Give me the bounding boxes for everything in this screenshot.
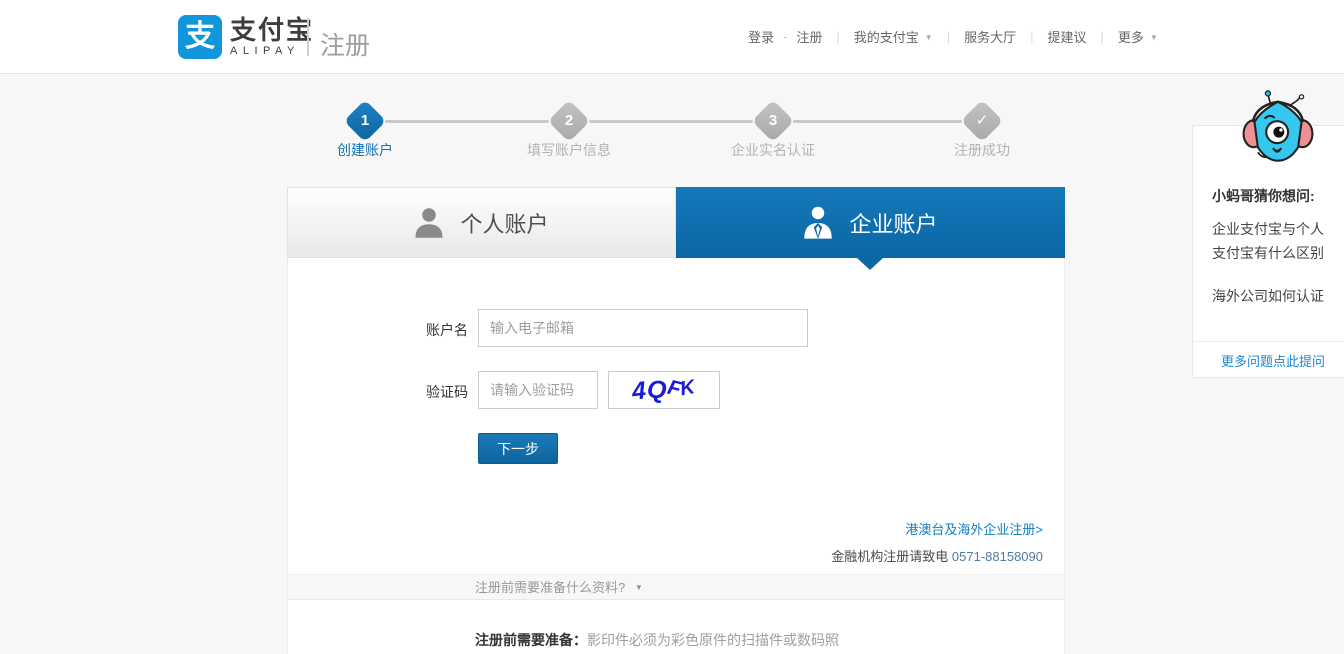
captcha-image-text: 4QFK [630, 374, 698, 406]
nav-service-hall-link[interactable]: 服务大厅 [964, 27, 1016, 46]
step-connector [385, 120, 549, 123]
captcha-image[interactable]: 4QFK [608, 371, 720, 409]
person-icon [415, 207, 444, 238]
nav-more-menu[interactable]: 更多 ▼ [1118, 27, 1158, 46]
step-2-label: 填写账户信息 [527, 142, 611, 158]
help-more-link[interactable]: 更多问题点此提问 [1221, 351, 1325, 370]
help-title: 小蚂哥猜你想问: [1212, 188, 1315, 204]
step-1-number: 1 [360, 112, 370, 129]
finance-phone-number: 0571-88158090 [951, 549, 1043, 564]
step-1-marker: 1 [343, 99, 387, 143]
tab-enterprise-account[interactable]: 企业账户 [676, 187, 1065, 258]
step-connector [793, 120, 962, 123]
step-2-marker: 2 [547, 99, 591, 143]
brand-block: 支付宝 ALIPAY [230, 16, 314, 58]
business-person-icon [804, 206, 833, 239]
account-name-label: 账户名 [426, 322, 468, 338]
logo-divider [307, 18, 309, 56]
nav-separator: | [836, 29, 840, 44]
prepare-note-title: 注册前需要准备： [475, 632, 587, 648]
nav-suggestions-link[interactable]: 提建议 [1048, 27, 1087, 46]
step-connector [589, 120, 753, 123]
step-3-number: 3 [768, 112, 778, 129]
alipay-logo-icon[interactable]: 支 [178, 15, 222, 59]
finance-register-note: 金融机构注册请致电 [831, 549, 952, 564]
account-email-input[interactable] [478, 309, 808, 347]
captcha-label: 验证码 [426, 384, 468, 400]
page-title: 注册 [320, 32, 371, 60]
prepare-materials-accordion[interactable]: 注册前需要准备什么资料? ▼ [288, 574, 1064, 600]
next-step-button[interactable]: 下一步 [478, 433, 558, 464]
nav-my-alipay-menu[interactable]: 我的支付宝 ▼ [854, 27, 933, 46]
step-1-label: 创建账户 [337, 142, 393, 158]
nav-separator: | [1100, 29, 1104, 44]
tab-enterprise-label: 企业账户 [849, 211, 938, 237]
mascot-robot-icon [1242, 90, 1314, 162]
active-tab-pointer [857, 258, 883, 270]
brand-name-en: ALIPAY [230, 45, 300, 57]
nav-register-link[interactable]: 注册 [796, 27, 822, 46]
brand-name-cn: 支付宝 [230, 15, 315, 45]
nav-dash-separator: - [783, 29, 788, 44]
tab-personal-account[interactable]: 个人账户 [287, 187, 676, 258]
step-2-number: 2 [564, 112, 574, 129]
page: 支 支付宝 ALIPAY 注册 登录 - 注册 | 我的支付宝 ▼ | 服务大厅 … [0, 0, 1344, 654]
chevron-down-icon: ▼ [634, 583, 643, 592]
tab-personal-label: 个人账户 [460, 211, 549, 237]
step-4-label: 注册成功 [954, 142, 1010, 158]
nav-my-alipay-label: 我的支付宝 [853, 30, 919, 45]
chevron-down-icon: ▼ [1149, 33, 1158, 42]
nav-more-label: 更多 [1117, 30, 1144, 45]
nav-login-link[interactable]: 登录 [748, 27, 774, 46]
captcha-input[interactable] [478, 371, 598, 409]
top-nav: 登录 - 注册 | 我的支付宝 ▼ | 服务大厅 | 提建议 | 更多 ▼ [748, 27, 1158, 46]
help-divider [1193, 341, 1344, 342]
nav-separator: | [1030, 29, 1034, 44]
nav-separator: | [946, 29, 951, 44]
step-4-check-glyph: ✓ [975, 112, 989, 129]
step-4-check-icon: ✓ [960, 99, 1004, 143]
help-question-1[interactable]: 企业支付宝与个人支付宝有什么区别 [1212, 217, 1334, 265]
prepare-question-label: 注册前需要准备什么资料? ▼ [475, 575, 643, 600]
chevron-down-icon: ▼ [924, 33, 933, 42]
prepare-question-text: 注册前需要准备什么资料? [475, 580, 626, 595]
help-question-2[interactable]: 海外公司如何认证 [1212, 284, 1334, 308]
overseas-register-link[interactable]: 港澳台及海外企业注册> [905, 522, 1043, 537]
prepare-note: 注册前需要准备：影印件必须为彩色原件的扫描件或数码照 [475, 630, 839, 650]
header: 支 支付宝 ALIPAY 注册 登录 - 注册 | 我的支付宝 ▼ | 服务大厅 … [0, 0, 1344, 74]
step-3-label: 企业实名认证 [731, 142, 815, 158]
prepare-note-text: 影印件必须为彩色原件的扫描件或数码照 [587, 632, 839, 648]
step-3-marker: 3 [751, 99, 795, 143]
